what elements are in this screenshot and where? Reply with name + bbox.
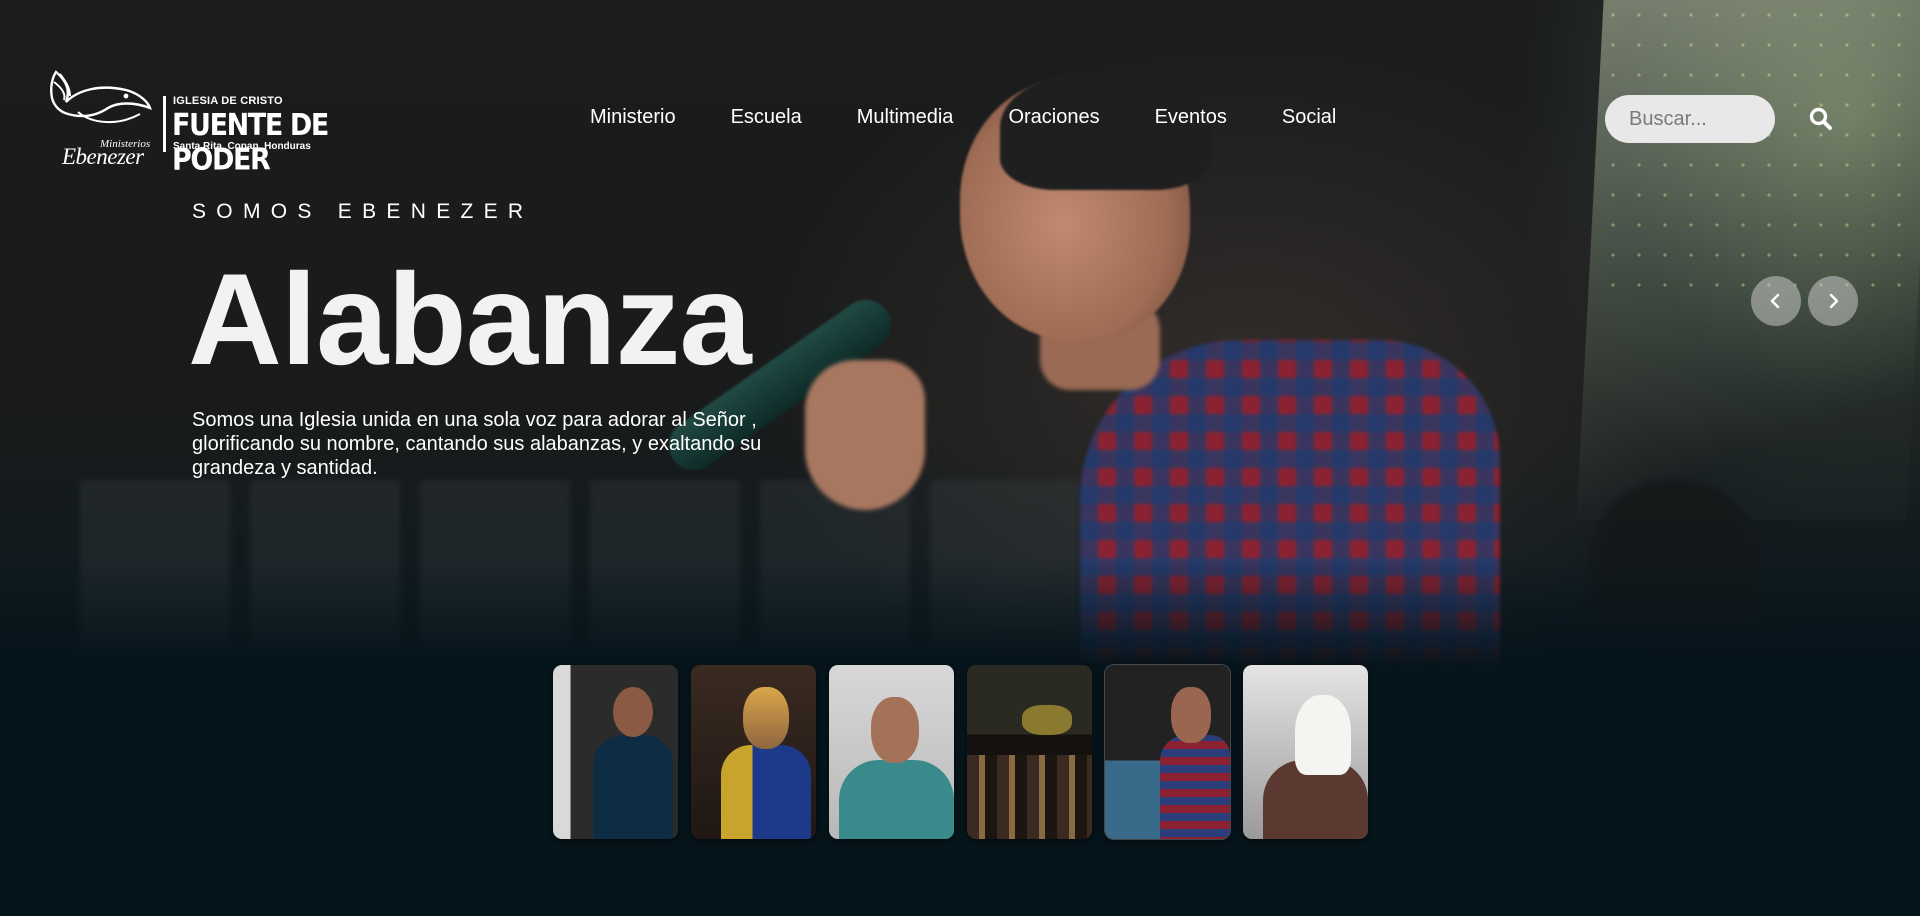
thumbnail-singer-active[interactable] — [1105, 665, 1230, 839]
nav-item-eventos[interactable]: Eventos — [1155, 106, 1227, 132]
thumbnail-figure — [871, 697, 919, 763]
logo-divider — [163, 96, 166, 152]
thumbnail-preacher-blue-shirt[interactable] — [553, 665, 678, 839]
thumbnail-figure — [1295, 695, 1351, 775]
logo-ebenezer-text: Ebenezer — [62, 144, 144, 169]
thumbnail-figure — [1171, 687, 1211, 743]
thumbnail-woman-worship[interactable] — [691, 665, 816, 839]
slider-prev-button[interactable] — [1751, 276, 1801, 326]
hero-eyebrow: SOMOS EBENEZER — [192, 200, 534, 223]
dove-icon — [50, 70, 152, 124]
nav-item-multimedia[interactable]: Multimedia — [857, 106, 954, 132]
thumbnail-figure — [1160, 735, 1230, 839]
singer-hand — [805, 360, 925, 510]
thumbnail-man-praying[interactable] — [829, 665, 954, 839]
thumbnail-figure — [967, 755, 1092, 839]
thumbnail-figure — [593, 735, 673, 839]
thumbnail-figure — [721, 745, 811, 839]
thumbnail-figure — [1022, 705, 1072, 735]
search-button[interactable] — [1806, 104, 1836, 134]
thumbnail-congregation[interactable] — [967, 665, 1092, 839]
thumbnail-figure — [613, 687, 653, 737]
search-icon — [1809, 107, 1832, 130]
main-nav: Ministerio Escuela Multimedia Oraciones … — [590, 106, 1336, 132]
slider-thumbnails — [553, 665, 1368, 839]
nav-item-escuela[interactable]: Escuela — [731, 106, 802, 132]
hero-title: Alabanza — [188, 246, 752, 392]
search-input[interactable] — [1605, 95, 1775, 143]
thumbnail-figure — [743, 687, 789, 749]
hero-description: Somos una Iglesia unida en una sola voz … — [192, 409, 762, 479]
church-line: IGLESIA DE CRISTO — [173, 95, 283, 107]
church-location: Santa Rita, Copan, Honduras — [173, 141, 311, 152]
nav-item-social[interactable]: Social — [1282, 106, 1336, 132]
chevron-right-icon — [1829, 293, 1839, 309]
thumbnail-figure — [839, 760, 954, 839]
thumbnail-woman-white-veil[interactable] — [1243, 665, 1368, 839]
site-logo[interactable]: Ministerios Ebenezer IGLESIA DE CRISTO F… — [44, 68, 374, 177]
nav-item-ministerio[interactable]: Ministerio — [590, 106, 676, 132]
ebenezer-logo-mark: Ministerios Ebenezer — [44, 68, 154, 169]
chevron-left-icon — [1770, 293, 1780, 309]
slider-next-button[interactable] — [1808, 276, 1858, 326]
site-header: Ministerios Ebenezer IGLESIA DE CRISTO F… — [0, 0, 1920, 230]
nav-item-oraciones[interactable]: Oraciones — [1008, 106, 1099, 132]
